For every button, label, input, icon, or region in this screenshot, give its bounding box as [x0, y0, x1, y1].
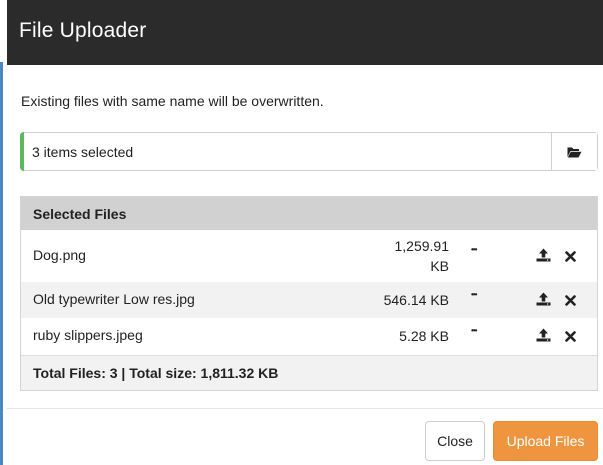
upload-icon[interactable] [536, 248, 551, 265]
overwrite-notice: Existing files with same name will be ov… [21, 93, 324, 109]
file-name: Dog.png [33, 247, 86, 263]
file-row: Old typewriter Low res.jpg 546.14 KB ••• [21, 282, 597, 318]
file-row: ruby slippers.jpeg 5.28 KB ••• [21, 318, 597, 355]
file-size: 1,259.91 KB [395, 236, 450, 276]
folder-open-icon [567, 147, 582, 157]
panel-heading: Selected Files [21, 197, 597, 230]
file-name: Old typewriter Low res.jpg [33, 291, 195, 307]
file-size-unit: KB [430, 258, 449, 274]
file-uploader-dialog: File Uploader Existing files with same n… [0, 0, 603, 465]
picker-accent [20, 132, 24, 171]
upload-files-button[interactable]: Upload Files [493, 421, 598, 461]
panel-footer: Total Files: 3 | Total size: 1,811.32 KB [21, 355, 597, 390]
selection-summary: 3 items selected [32, 144, 134, 160]
more-options-icon[interactable]: ••• [471, 326, 477, 335]
selected-files-panel: Selected Files Dog.png 1,259.91 KB ••• O… [20, 196, 598, 391]
total-summary: Total Files: 3 | Total size: 1,811.32 KB [33, 365, 279, 381]
more-options-icon[interactable]: ••• [471, 245, 477, 254]
upload-icon[interactable] [536, 328, 551, 345]
file-picker[interactable]: 3 items selected [20, 132, 598, 171]
close-button[interactable]: Close [425, 421, 485, 461]
file-row: Dog.png 1,259.91 KB ••• [21, 230, 597, 282]
remove-icon[interactable] [565, 329, 576, 345]
remove-icon[interactable] [565, 249, 576, 265]
file-size: 546.14 KB [383, 292, 449, 308]
browse-button[interactable] [551, 133, 597, 170]
footer-divider [7, 408, 603, 409]
file-name: ruby slippers.jpeg [33, 327, 143, 343]
dialog-header: File Uploader [7, 0, 603, 65]
dialog-title: File Uploader [19, 19, 147, 42]
window-edge [0, 62, 3, 465]
upload-icon[interactable] [536, 292, 551, 309]
more-options-icon[interactable]: ••• [471, 290, 477, 299]
file-size-value: 1,259.91 [394, 238, 450, 254]
remove-icon[interactable] [565, 293, 576, 309]
panel-title: Selected Files [33, 206, 127, 222]
file-size: 5.28 KB [399, 328, 449, 344]
